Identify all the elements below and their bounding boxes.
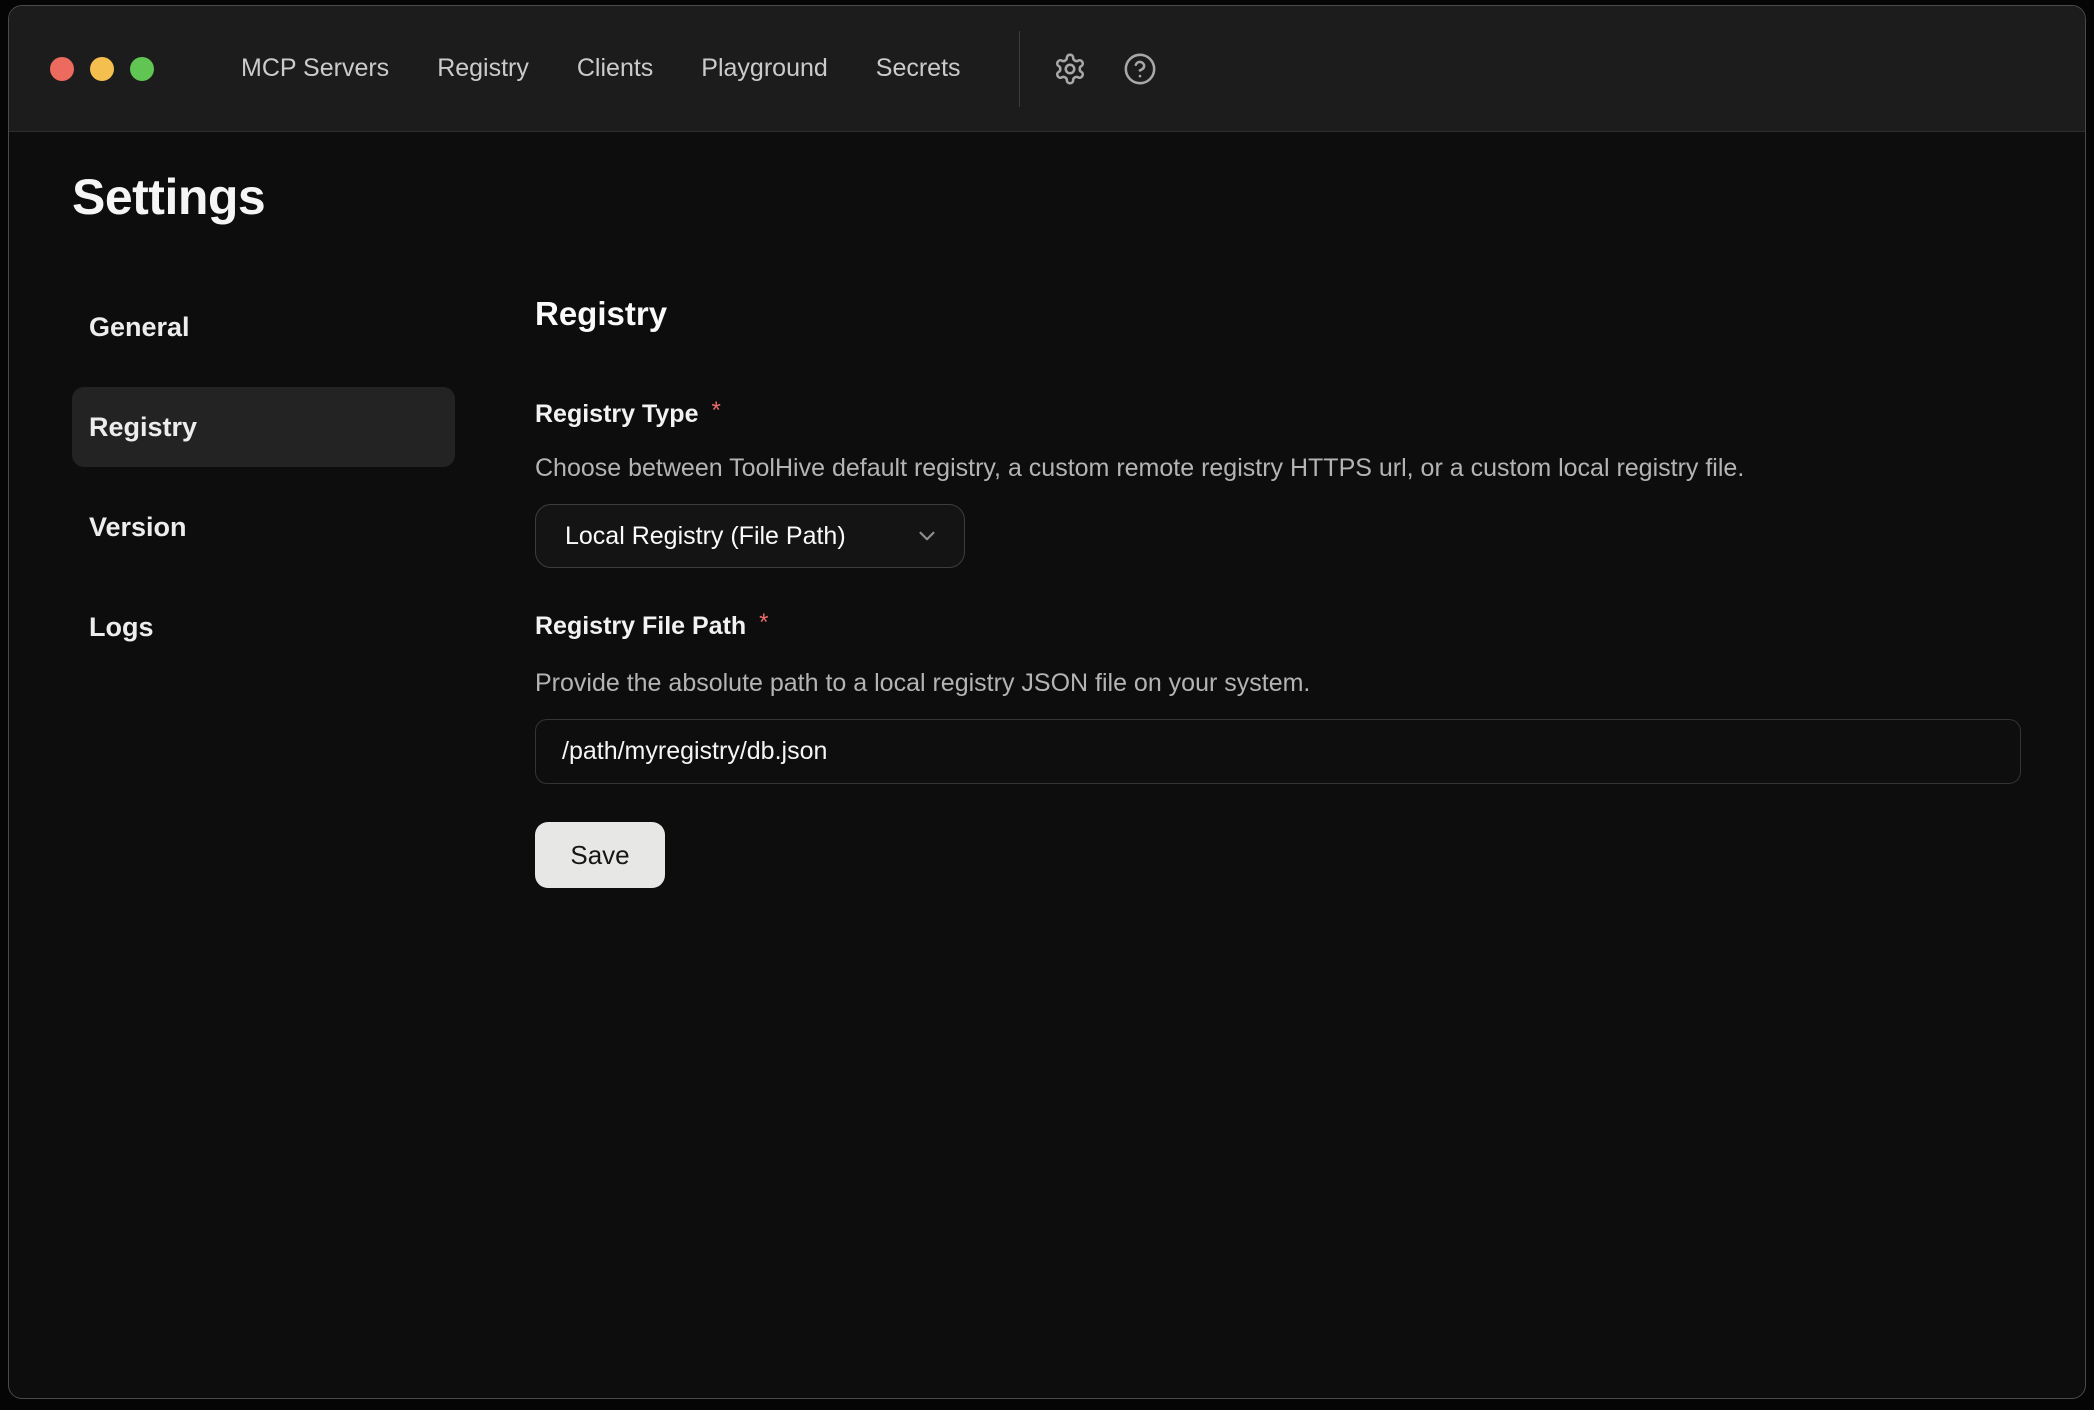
sidebar-item-label: Registry: [89, 412, 197, 443]
settings-sidebar: General Registry Version Logs: [72, 287, 455, 888]
registry-type-description: Choose between ToolHive default registry…: [535, 451, 2021, 485]
sidebar-item-version[interactable]: Version: [72, 487, 455, 567]
titlebar-icons: [1052, 51, 1158, 87]
nav-item-secrets[interactable]: Secrets: [876, 54, 961, 83]
save-button[interactable]: Save: [535, 822, 665, 888]
registry-type-label-row: Registry Type *: [535, 397, 2021, 431]
registry-file-path-description: Provide the absolute path to a local reg…: [535, 666, 2021, 700]
registry-type-selected-value: Local Registry (File Path): [565, 522, 846, 551]
sidebar-item-general[interactable]: General: [72, 287, 455, 367]
registry-file-path-label-row: Registry File Path *: [535, 609, 2021, 643]
registry-file-path-input[interactable]: [535, 719, 2021, 784]
nav-item-mcp-servers[interactable]: MCP Servers: [241, 54, 389, 83]
registry-settings-panel: Registry Registry Type * Choose between …: [535, 287, 2021, 888]
minimize-window-button[interactable]: [90, 57, 114, 81]
sidebar-item-label: Version: [89, 512, 187, 543]
nav-item-registry[interactable]: Registry: [437, 54, 529, 83]
traffic-lights: [9, 57, 154, 81]
chevron-down-icon: [914, 523, 940, 549]
nav-item-playground[interactable]: Playground: [701, 54, 827, 83]
required-asterisk: *: [711, 397, 720, 425]
sidebar-item-label: General: [89, 312, 190, 343]
sidebar-item-label: Logs: [89, 612, 154, 643]
nav-divider: [1019, 31, 1020, 107]
nav-item-clients[interactable]: Clients: [577, 54, 653, 83]
zoom-window-button[interactable]: [130, 57, 154, 81]
sidebar-item-logs[interactable]: Logs: [72, 587, 455, 667]
section-title: Registry: [535, 293, 2021, 335]
required-asterisk: *: [759, 609, 768, 637]
close-window-button[interactable]: [50, 57, 74, 81]
page-title: Settings: [72, 166, 2085, 228]
app-window: MCP Servers Registry Clients Playground …: [8, 5, 2086, 1399]
titlebar: MCP Servers Registry Clients Playground …: [9, 6, 2085, 132]
gear-icon[interactable]: [1052, 51, 1088, 87]
help-icon[interactable]: [1122, 51, 1158, 87]
registry-file-path-label: Registry File Path: [535, 609, 746, 643]
settings-page: Settings General Registry Version Logs: [9, 132, 2085, 888]
registry-type-select[interactable]: Local Registry (File Path): [535, 504, 965, 568]
top-navigation: MCP Servers Registry Clients Playground …: [241, 54, 961, 83]
registry-type-label: Registry Type: [535, 397, 698, 431]
sidebar-item-registry[interactable]: Registry: [72, 387, 455, 467]
